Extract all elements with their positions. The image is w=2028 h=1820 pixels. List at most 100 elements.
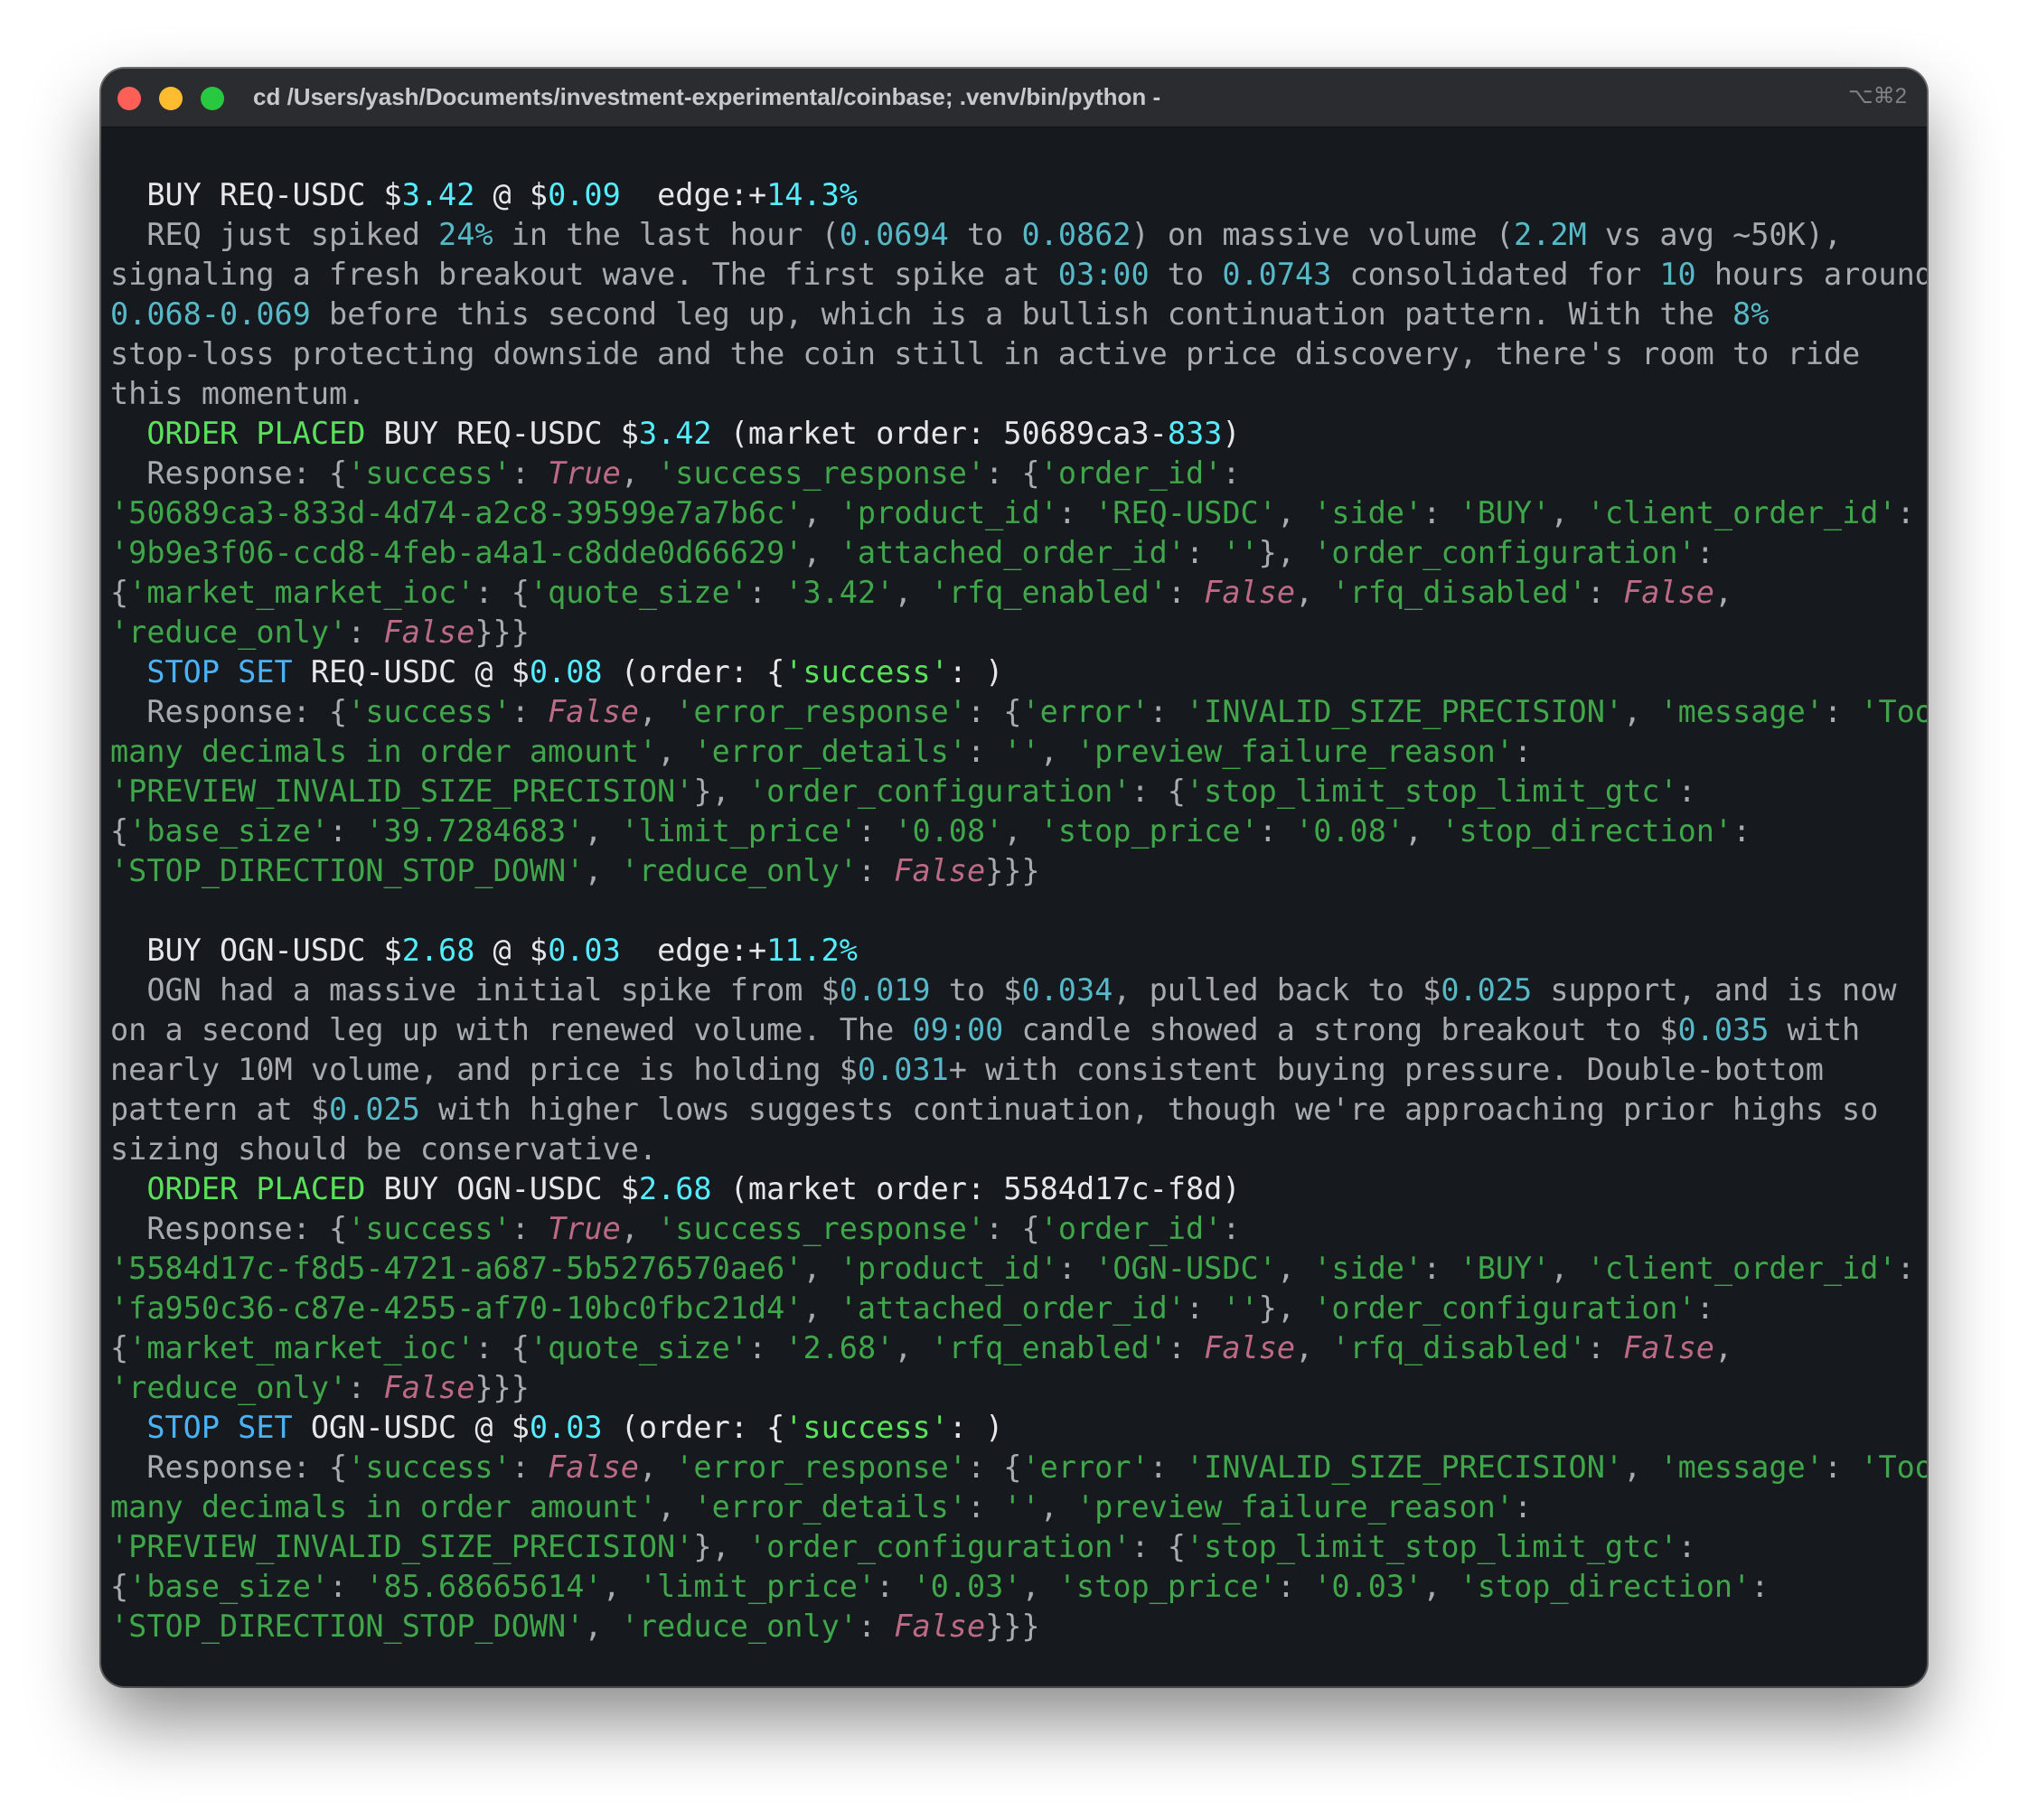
terminal-text-segment: 0.0862 [1021, 217, 1131, 252]
terminal-text-segment: 11.2% [766, 933, 858, 968]
terminal-text-segment: : { [966, 1449, 1022, 1485]
terminal-text-segment: : [1167, 575, 1205, 610]
terminal-text-segment: 0.0694 [839, 217, 949, 252]
terminal-text-segment: 'STOP_DIRECTION_STOP_DOWN' [110, 1609, 585, 1644]
terminal-text-segment: , [894, 1330, 931, 1365]
terminal-line: 'STOP_DIRECTION_STOP_DOWN', 'reduce_only… [110, 851, 1918, 891]
terminal-line: STOP SET OGN-USDC @ $0.03 (order: {'succ… [110, 1408, 1918, 1448]
terminal-text-segment: 'error_response' [675, 694, 967, 729]
terminal-text-segment: consolidated for [1331, 257, 1660, 292]
minimize-window-button[interactable] [159, 87, 183, 110]
terminal-line: {'base_size': '85.68665614', 'limit_pric… [110, 1567, 1918, 1607]
terminal-text-segment: , [584, 853, 621, 888]
terminal-text-segment: (market order: 50689ca3- [711, 416, 1168, 451]
terminal-line: STOP SET REQ-USDC @ $0.08 (order: {'succ… [110, 652, 1918, 692]
terminal-text-segment: : [857, 813, 895, 849]
terminal-line: many decimals in order amount', 'error_d… [110, 1487, 1918, 1527]
close-window-button[interactable] [117, 87, 141, 110]
terminal-text-segment: STOP SET [110, 1410, 293, 1445]
terminal-line: ORDER PLACED BUY REQ-USDC $3.42 (market … [110, 414, 1918, 454]
terminal-text-segment: : { [1131, 1529, 1186, 1564]
terminal-text-segment: BUY OGN-USDC $ [110, 933, 402, 968]
terminal-text-segment: 'stop_price' [1057, 1569, 1277, 1604]
terminal-text-segment: False [548, 694, 639, 729]
terminal-text-segment: '0.03' [1313, 1569, 1423, 1604]
terminal-text-segment: : [857, 1609, 895, 1644]
terminal-text-segment: 14.3% [766, 177, 858, 212]
terminal-text-segment: , [894, 575, 931, 610]
terminal-output[interactable]: BUY REQ-USDC $3.42 @ $0.09 edge:+14.3% R… [110, 175, 1927, 1646]
terminal-text-segment: { [110, 813, 129, 849]
terminal-text-segment: : [511, 1449, 549, 1485]
terminal-text-segment: on a second leg up with renewed volume. … [110, 1012, 913, 1047]
terminal-text-segment: 3.42 [401, 177, 475, 212]
terminal-text-segment: }, [693, 1529, 748, 1564]
terminal-text-segment: , [1039, 734, 1076, 769]
terminal-text-segment: many decimals in order amount' [110, 1489, 658, 1524]
terminal-text-segment: : [1514, 1489, 1533, 1524]
terminal-text-segment: OGN-USDC @ $ [292, 1410, 530, 1445]
terminal-text-segment: , [1550, 1251, 1587, 1286]
terminal-text-segment: , [1422, 1569, 1460, 1604]
terminal-text-segment: : [347, 1370, 384, 1405]
terminal-line: Response: {'success': False, 'error_resp… [110, 1448, 1927, 1487]
terminal-text-segment: , [1623, 1449, 1660, 1485]
terminal-text-segment: : [329, 813, 366, 849]
terminal-text-segment: to [1149, 257, 1223, 292]
terminal-text-segment: 'success' [347, 455, 512, 491]
terminal-text-segment: , [1713, 1330, 1733, 1365]
terminal-text-segment: 'stop_direction' [1441, 813, 1733, 849]
terminal-line: '9b9e3f06-ccd8-4feb-a4a1-c8dde0d66629', … [110, 533, 1918, 573]
terminal-text-segment: : [1149, 694, 1187, 729]
terminal-text-segment: , [620, 455, 658, 491]
terminal-text-segment: , [602, 1569, 639, 1604]
terminal-text-segment: { [110, 1569, 129, 1604]
terminal-text-segment: , [1713, 575, 1733, 610]
terminal-text-segment: 'success' [347, 1211, 512, 1246]
terminal-text-segment: (market order: 5584d17c-f8d) [711, 1171, 1241, 1206]
terminal-text-segment: : [1823, 1449, 1861, 1485]
terminal-text-segment: : [747, 575, 785, 610]
terminal-text-segment: to [948, 217, 1022, 252]
terminal-line: BUY REQ-USDC $3.42 @ $0.09 edge:+14.3% [110, 175, 1918, 215]
terminal-text-segment: Response: { [110, 455, 348, 491]
terminal-text-segment: OGN had a massive initial spike from $ [110, 972, 840, 1008]
terminal-text-segment: : [1677, 1529, 1696, 1564]
terminal-text-segment: 'limit_price' [620, 813, 858, 849]
terminal-text-segment: 'message' [1659, 694, 1824, 729]
terminal-text-segment: 'side' [1313, 1251, 1423, 1286]
terminal-text-segment: vs avg ~50K), [1586, 217, 1843, 252]
terminal-text-segment: : [1258, 813, 1296, 849]
terminal-text-segment: 'error_response' [675, 1449, 967, 1485]
terminal-text-segment: with [1769, 1012, 1861, 1047]
terminal-line: this momentum. [110, 374, 1918, 414]
terminal-text-segment: 'attached_order_id' [839, 535, 1186, 570]
terminal-line: 'PREVIEW_INVALID_SIZE_PRECISION'}, 'orde… [110, 772, 1918, 811]
title-bar[interactable]: cd /Users/yash/Documents/investment-expe… [101, 69, 1927, 127]
terminal-text-segment: : [511, 1211, 549, 1246]
terminal-text-segment: ORDER PLACED [110, 416, 366, 451]
terminal-line: OGN had a massive initial spike from $0.… [110, 971, 1918, 1010]
terminal-text-segment: before this second leg up, which is a bu… [310, 296, 1733, 332]
terminal-text-segment: : [1276, 1569, 1314, 1604]
terminal-text-segment: '0.08' [894, 813, 1004, 849]
terminal-text-segment: 'product_id' [839, 1251, 1058, 1286]
terminal-text-segment: 'reduce_only' [620, 853, 858, 888]
terminal-text-segment: 24% [438, 217, 493, 252]
terminal-text-segment: : [329, 1569, 366, 1604]
terminal-text-segment: 0.035 [1677, 1012, 1770, 1047]
terminal-text-segment: 'stop_limit_stop_limit_gtc' [1185, 1529, 1678, 1564]
terminal-text-segment: many decimals in order amount' [110, 734, 658, 769]
terminal-text-segment: candle showed a strong breakout to $ [1003, 1012, 1678, 1047]
terminal-text-segment: 'order_configuration' [1313, 535, 1696, 570]
terminal-text-segment: '' [1222, 535, 1259, 570]
terminal-text-segment: : [747, 1330, 785, 1365]
terminal-text-segment: 'rfq_enabled' [930, 575, 1168, 610]
terminal-text-segment: : [1185, 1290, 1223, 1326]
terminal-text-segment: , [620, 1211, 658, 1246]
terminal-text-segment: : [1222, 455, 1241, 491]
terminal-text-segment: }}} [474, 614, 530, 650]
terminal-text-segment: nearly 10M volume, and price is holding … [110, 1052, 858, 1087]
terminal-text-segment: : [1057, 495, 1095, 530]
zoom-window-button[interactable] [201, 87, 224, 110]
